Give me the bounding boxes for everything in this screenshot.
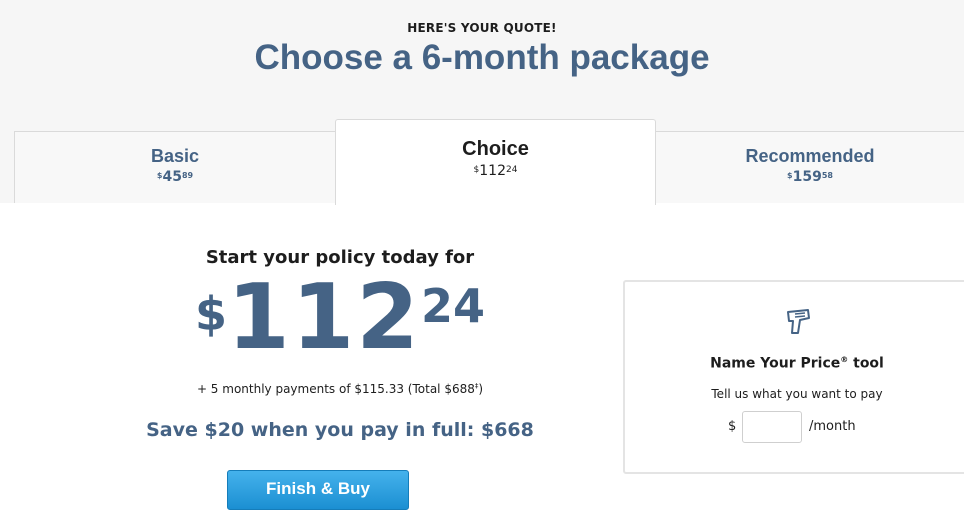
installment-details: + 5 monthly payments of $115.33 (Total $… [120,382,560,396]
tab-choice-currency: $ [473,165,480,175]
name-your-price-currency: $ [728,419,737,434]
pay-in-full-savings: Save $20 when you pay in full: $668 [146,419,534,441]
name-your-price-title: Name Your Price® tool [625,355,964,372]
tab-choice-price-cents: 24 [506,165,518,175]
name-your-price-unit: /month [809,419,856,434]
tab-recommended[interactable]: Recommended $15958 [655,131,964,203]
installment-close: ) [478,382,484,396]
name-your-price-subtitle: Tell us what you want to pay [711,387,883,401]
tab-basic-price: $4589 [15,169,335,185]
tab-choice-price-whole: 112 [479,163,506,179]
installment-text: + 5 monthly payments of $115.33 (Total $… [196,382,475,396]
tab-recommended-currency: $ [787,171,793,180]
page-title: Choose a 6-month package [254,38,710,77]
tab-basic-price-whole: 45 [162,169,182,185]
tab-choice-label: Choice [462,138,529,160]
tab-recommended-label: Recommended [745,146,875,166]
monthly-price-input[interactable] [742,411,802,443]
name-your-price-title-suffix: tool [848,355,884,372]
tab-recommended-price-whole: 159 [792,169,822,185]
tab-basic-currency: $ [156,171,163,180]
price-gun-icon [787,309,810,334]
tab-choice[interactable]: Choice $11224 [335,119,656,205]
tab-basic[interactable]: Basic $4589 [14,131,336,203]
name-your-price-title-text: Name Your Price [710,355,841,372]
total-price: $11224 [120,273,560,363]
tab-recommended-price-cents: 58 [821,171,833,180]
total-price-cents: 24 [420,279,485,333]
tab-basic-price-cents: 89 [181,171,194,180]
finish-and-buy-button[interactable]: Finish & Buy [227,470,409,510]
total-price-whole: 112 [227,265,421,370]
tab-choice-price: $11224 [336,163,655,179]
quote-eyebrow: HERE'S YOUR QUOTE! [407,21,557,35]
name-your-price-card: Name Your Price® tool Tell us what you w… [623,280,964,474]
tab-basic-label: Basic [150,146,200,166]
tab-recommended-price: $15958 [656,169,964,185]
total-price-currency: $ [195,287,228,341]
